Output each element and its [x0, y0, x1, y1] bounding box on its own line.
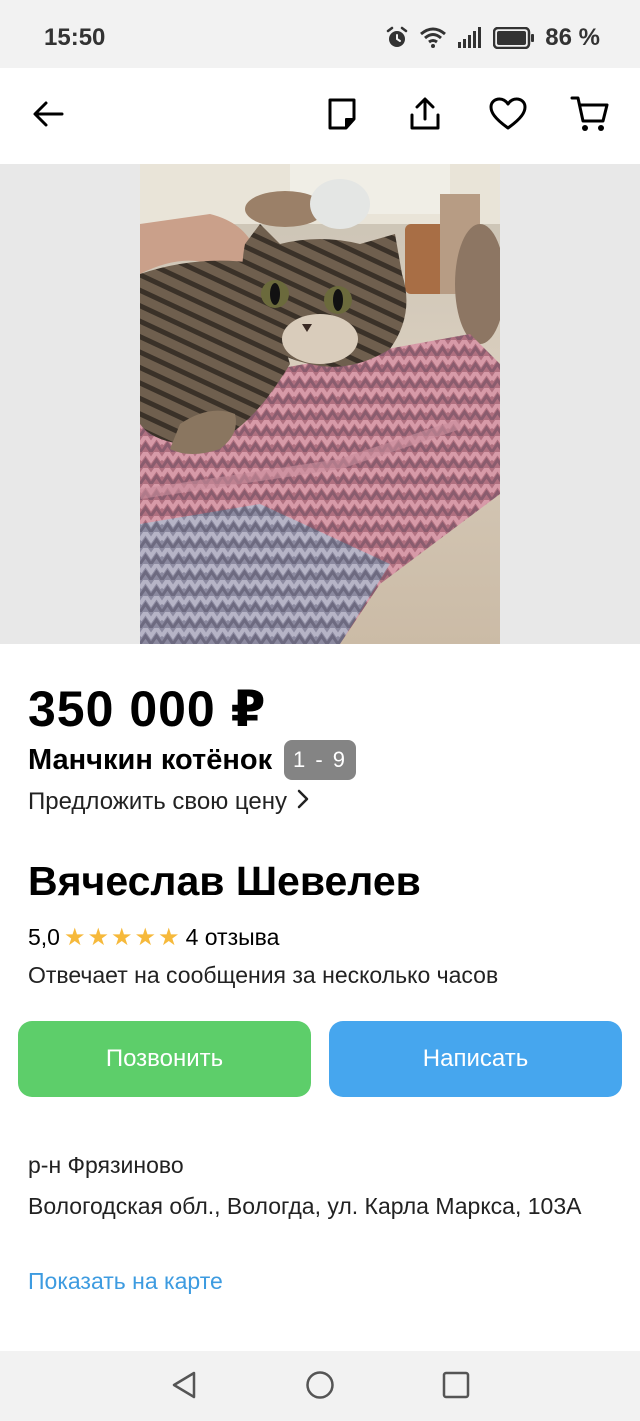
back-triangle-icon — [170, 1370, 198, 1405]
listing-title: Манчкин котёнок — [28, 744, 273, 776]
address: Вологодская обл., Вологда, ул. Карла Мар… — [28, 1193, 582, 1219]
rating-stars: ★ ★ ★ ★ ★ — [63, 923, 182, 951]
district: р-н Фрязиново — [28, 1152, 184, 1178]
heart-icon — [489, 97, 527, 136]
cart-icon — [570, 95, 610, 138]
star-icon: ★ — [87, 923, 110, 951]
star-icon: ★ — [134, 923, 157, 951]
write-message-button[interactable]: Написать — [329, 1021, 622, 1097]
nav-back-button[interactable] — [164, 1367, 204, 1407]
reviews-link[interactable]: 4 отзыва — [186, 924, 280, 951]
share-button[interactable] — [403, 94, 447, 138]
note-button[interactable] — [320, 94, 364, 138]
note-icon — [327, 97, 357, 136]
reply-time: Отвечает на сообщения за несколько часов — [28, 962, 499, 988]
chevron-right-icon — [297, 788, 309, 816]
top-toolbar — [0, 68, 640, 164]
star-icon: ★ — [111, 923, 133, 951]
favorite-button[interactable] — [486, 94, 530, 138]
star-icon: ★ — [63, 923, 86, 951]
show-on-map-link[interactable]: Показать на карте — [28, 1268, 223, 1295]
photo-gallery[interactable]: 1 - 9 Avito — [0, 164, 640, 801]
status-icons: 86 % — [385, 20, 600, 56]
call-button[interactable]: Позвонить — [18, 1021, 311, 1097]
back-button[interactable] — [26, 94, 70, 138]
avito-logo-icon — [442, 784, 456, 801]
battery-percent: 86 % — [545, 24, 600, 51]
photo-counter: 1 - 9 — [284, 740, 356, 780]
nav-home-button[interactable] — [300, 1367, 340, 1407]
back-arrow-icon — [32, 100, 64, 133]
status-time: 15:50 — [44, 24, 106, 51]
star-icon: ★ — [158, 923, 180, 951]
rating-value: 5,0 — [28, 924, 60, 950]
system-nav-bar — [0, 1351, 640, 1421]
seller-rating[interactable]: 5,0 ★ ★ ★ ★ ★ 4 отзыва — [28, 924, 279, 951]
cart-button[interactable] — [568, 94, 612, 138]
listing-price: 350 000 ₽ — [28, 681, 267, 737]
wifi-icon — [419, 27, 447, 49]
watermark-text: Avito — [458, 784, 489, 801]
offer-price-label: Предложить свою цену — [28, 788, 287, 815]
battery-icon — [493, 27, 535, 49]
share-icon — [409, 97, 441, 136]
status-bar: 15:50 86 % — [0, 0, 640, 68]
home-circle-icon — [305, 1370, 335, 1405]
alarm-icon — [385, 26, 409, 50]
listing-photo[interactable] — [140, 164, 500, 644]
nav-recents-button[interactable] — [436, 1367, 476, 1407]
offer-price-link[interactable]: Предложить свою цену — [28, 788, 309, 816]
signal-icon — [457, 27, 483, 49]
recents-square-icon — [442, 1371, 470, 1404]
seller-name[interactable]: Вячеслав Шевелев — [28, 858, 421, 905]
avito-watermark: Avito — [442, 784, 489, 801]
